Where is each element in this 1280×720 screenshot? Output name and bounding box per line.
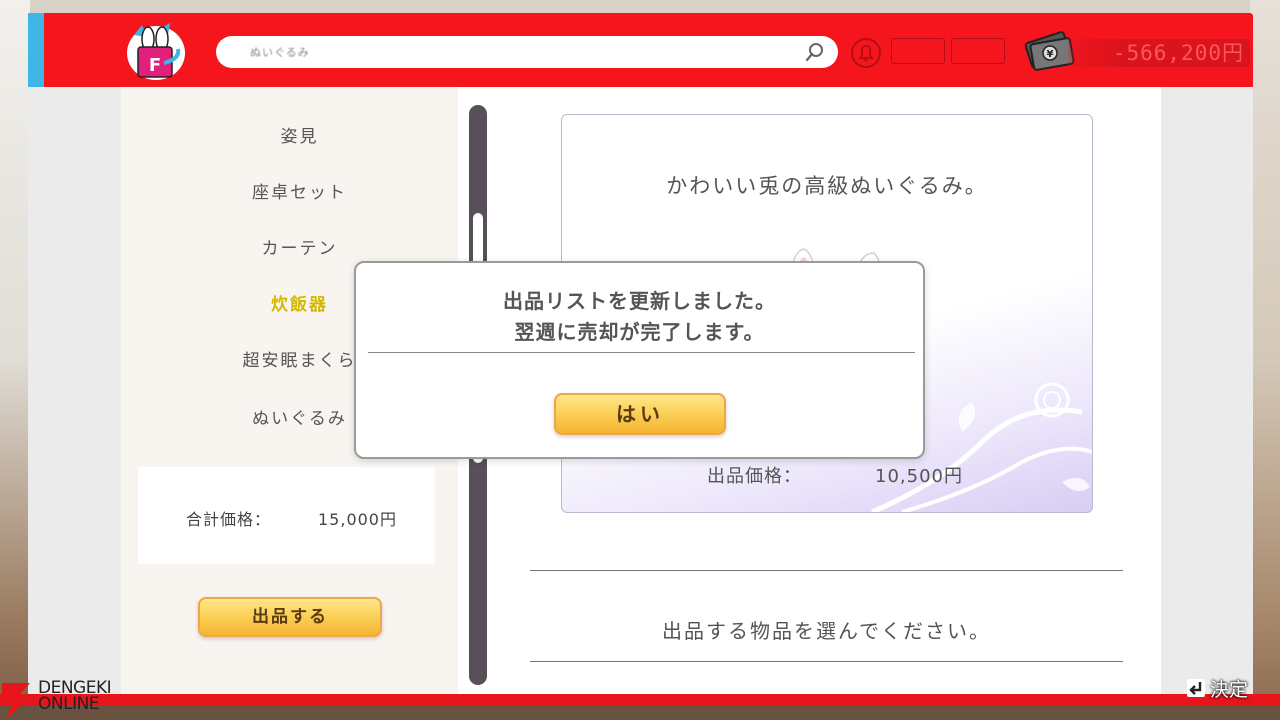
room-background-right [1250, 0, 1280, 720]
sidebar-item-mirror[interactable]: 姿見 [121, 122, 478, 147]
search-icon[interactable] [804, 41, 826, 63]
search-query: ぬいぐるみ [250, 46, 310, 59]
svg-text:¥: ¥ [1047, 49, 1054, 60]
sidebar-item-table-set[interactable]: 座卓セット [121, 178, 478, 203]
header-button-2[interactable] [951, 38, 1005, 64]
header-button-1[interactable] [891, 38, 945, 64]
sidebar-item-curtain[interactable]: カーテン [121, 234, 478, 259]
divider-bottom [530, 661, 1123, 662]
notification-bell-icon[interactable] [850, 37, 882, 69]
listing-price-value: 10,500円 [875, 466, 963, 487]
floor-strip [0, 706, 1280, 720]
confirm-hint[interactable]: 決定 [1186, 676, 1249, 701]
bottom-red-bar [0, 694, 1280, 706]
header-accent [28, 13, 44, 87]
confirm-label: 決定 [1210, 678, 1249, 701]
watermark-line2: ONLINE [38, 694, 100, 714]
confirmation-dialog: 出品リストを更新しました。 翌週に売却が完了します。 はい [354, 261, 925, 459]
yes-button[interactable]: はい [554, 393, 726, 435]
enter-key-icon [1187, 679, 1205, 697]
money-balance: -566,200円 [1068, 39, 1250, 67]
room-background-left [0, 0, 30, 720]
dialog-message-line2: 翌週に売却が完了します。 [514, 320, 765, 344]
search-input[interactable]: ぬいぐるみ [216, 36, 838, 68]
dialog-message-line1: 出品リストを更新しました。 [503, 289, 776, 313]
select-item-prompt: 出品する物品を選んでください。 [662, 619, 991, 643]
total-price-label: 合計価格： [186, 510, 272, 529]
list-item-button[interactable]: 出品する [198, 597, 382, 637]
dialog-divider [368, 352, 915, 353]
header-bar: F ぬいぐるみ ¥ -566,200円 [28, 13, 1253, 87]
divider-top [530, 570, 1123, 571]
listing-price-label: 出品価格： [707, 466, 802, 487]
total-price-box: 合計価格： 15,000円 [138, 467, 435, 564]
svg-text:F: F [149, 55, 161, 76]
app-logo-icon: F [127, 23, 185, 80]
total-price-value: 15,000円 [318, 510, 397, 529]
item-description: かわいい兎の高級ぬいぐるみ。 [666, 174, 988, 198]
